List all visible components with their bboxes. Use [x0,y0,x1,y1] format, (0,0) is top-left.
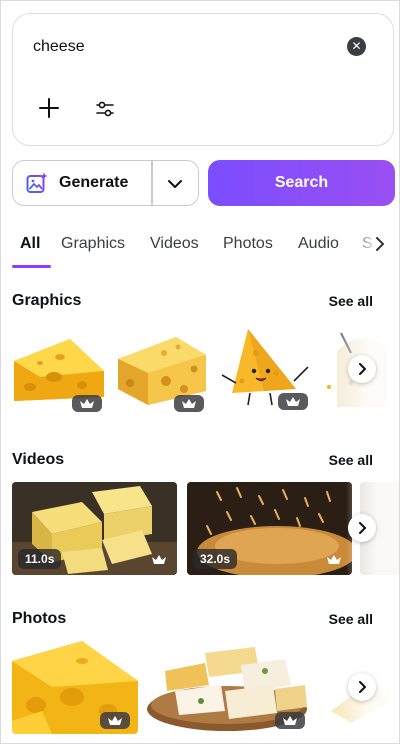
search-input[interactable]: cheese [33,38,85,56]
premium-badge [72,395,102,412]
crown-icon [283,716,297,725]
video-item-shredded-cheese[interactable]: 32.0s [187,482,352,575]
video-duration-badge: 11.0s [18,549,62,569]
crown-icon [182,399,196,408]
crown-icon [327,555,341,564]
tab-all[interactable]: All [20,235,40,253]
chevron-right-icon [359,522,366,534]
chevron-right-icon [359,681,366,693]
premium-badge [144,551,170,568]
graphic-item-cheese-wedge-1[interactable] [10,327,108,415]
photos-next-button[interactable] [348,673,376,701]
graphics-next-button[interactable] [348,355,376,383]
crown-icon [80,399,94,408]
chevron-down-icon [168,180,182,188]
generate-button-group: Generate [12,160,199,206]
videos-section-title: Videos [12,451,65,468]
crown-icon [152,555,166,564]
video-item-cheese-blocks[interactable]: 11.0s [12,482,177,575]
active-tab-indicator [12,265,51,268]
app-frame: cheese ✕ Generate Search All Graphics Vi… [0,0,400,744]
photos-see-all-link[interactable]: See all [329,611,373,627]
search-box[interactable]: cheese ✕ [12,13,394,146]
generate-button[interactable]: Generate [13,161,152,205]
clear-search-icon[interactable]: ✕ [347,37,366,56]
videos-next-button[interactable] [348,514,376,542]
premium-badge [275,712,305,729]
tab-photos[interactable]: Photos [223,235,273,253]
photos-section-title: Photos [12,610,67,627]
premium-badge [174,395,204,412]
chevron-right-icon [359,363,366,375]
videos-see-all-link[interactable]: See all [329,452,373,468]
tab-graphics[interactable]: Graphics [61,235,125,253]
photo-item-cheese-board[interactable] [145,641,315,734]
category-tabs: All Graphics Videos Photos Audio S [1,223,399,269]
sliders-icon[interactable] [95,99,115,119]
graphics-see-all-link[interactable]: See all [329,293,373,309]
graphic-item-cheese-wedge-2[interactable] [114,329,210,415]
plus-icon[interactable] [37,96,61,120]
chevron-right-icon[interactable] [372,236,388,252]
generate-label: Generate [59,174,129,191]
premium-badge [100,712,130,729]
premium-badge [278,393,308,410]
crown-icon [108,716,122,725]
graphic-item-cheese-character[interactable] [216,323,316,415]
tab-audio[interactable]: Audio [298,235,339,253]
generate-dropdown-button[interactable] [152,161,199,205]
tab-videos[interactable]: Videos [150,235,199,253]
sparkle-image-icon [26,172,48,193]
graphics-section-title: Graphics [12,292,82,309]
search-button[interactable]: Search [208,160,395,206]
photo-item-cheese-wedge[interactable] [12,641,138,734]
crown-icon [286,397,300,406]
premium-badge [319,551,345,568]
video-duration-badge: 32.0s [193,549,238,569]
